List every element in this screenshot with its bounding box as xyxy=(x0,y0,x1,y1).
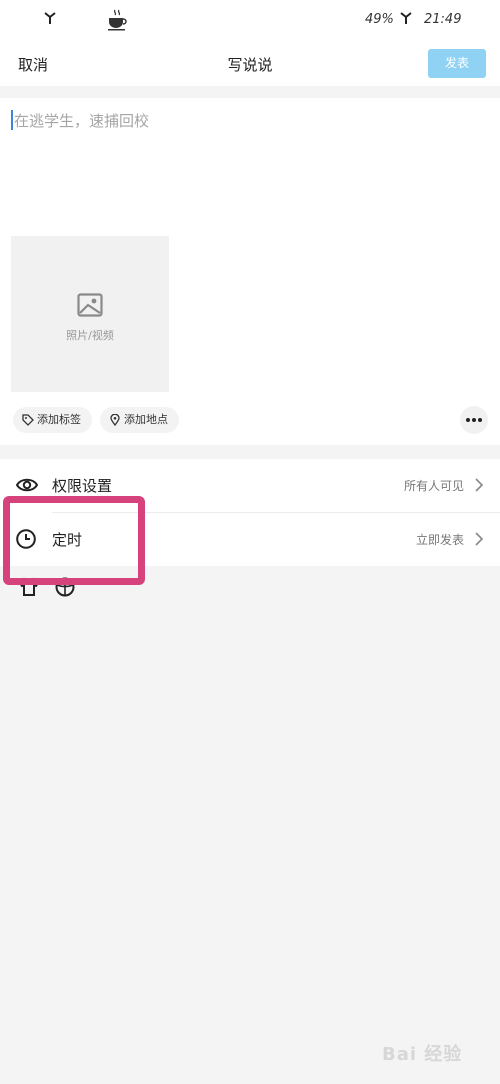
image-icon xyxy=(77,293,103,317)
more-dot xyxy=(466,418,470,422)
more-dot xyxy=(472,418,476,422)
publish-button[interactable]: 发表 xyxy=(428,49,486,78)
add-tag-button[interactable]: 添加标签 xyxy=(13,407,92,433)
eye-icon xyxy=(15,478,39,492)
text-caret xyxy=(11,110,13,130)
tag-icon xyxy=(22,414,34,426)
section-divider xyxy=(0,86,500,98)
media-label: 照片/视频 xyxy=(66,329,114,342)
annotation-highlight-box xyxy=(3,496,145,585)
page-title: 写说说 xyxy=(227,56,273,74)
section-divider xyxy=(0,445,500,459)
more-dot xyxy=(478,418,482,422)
chevron-right-icon xyxy=(475,532,484,546)
more-options-button[interactable] xyxy=(460,406,488,434)
watermark-logo: Bai 经验 xyxy=(382,1032,492,1072)
add-media-button[interactable]: 照片/视频 xyxy=(11,236,169,392)
chevron-right-icon xyxy=(475,478,484,492)
nav-bar: 取消 写说说 发表 xyxy=(0,42,500,86)
permission-value: 所有人可见 xyxy=(403,479,464,493)
clock-time: 21:49 xyxy=(424,12,462,27)
add-tag-label: 添加标签 xyxy=(37,413,81,426)
location-pin-icon xyxy=(110,414,120,426)
schedule-value: 立即发表 xyxy=(415,533,464,547)
battery-percent: 49% xyxy=(365,12,394,27)
add-location-label: 添加地点 xyxy=(124,413,168,426)
signal-icon xyxy=(44,12,56,24)
watermark-text: Bai 经验 xyxy=(382,1044,463,1065)
permission-settings-label: 权限设置 xyxy=(52,477,113,495)
add-location-button[interactable]: 添加地点 xyxy=(100,407,179,433)
coffee-icon xyxy=(108,9,127,31)
signal-icon xyxy=(400,12,412,24)
post-text-input[interactable] xyxy=(14,110,484,132)
status-bar: 49% 21:49 xyxy=(0,0,500,42)
